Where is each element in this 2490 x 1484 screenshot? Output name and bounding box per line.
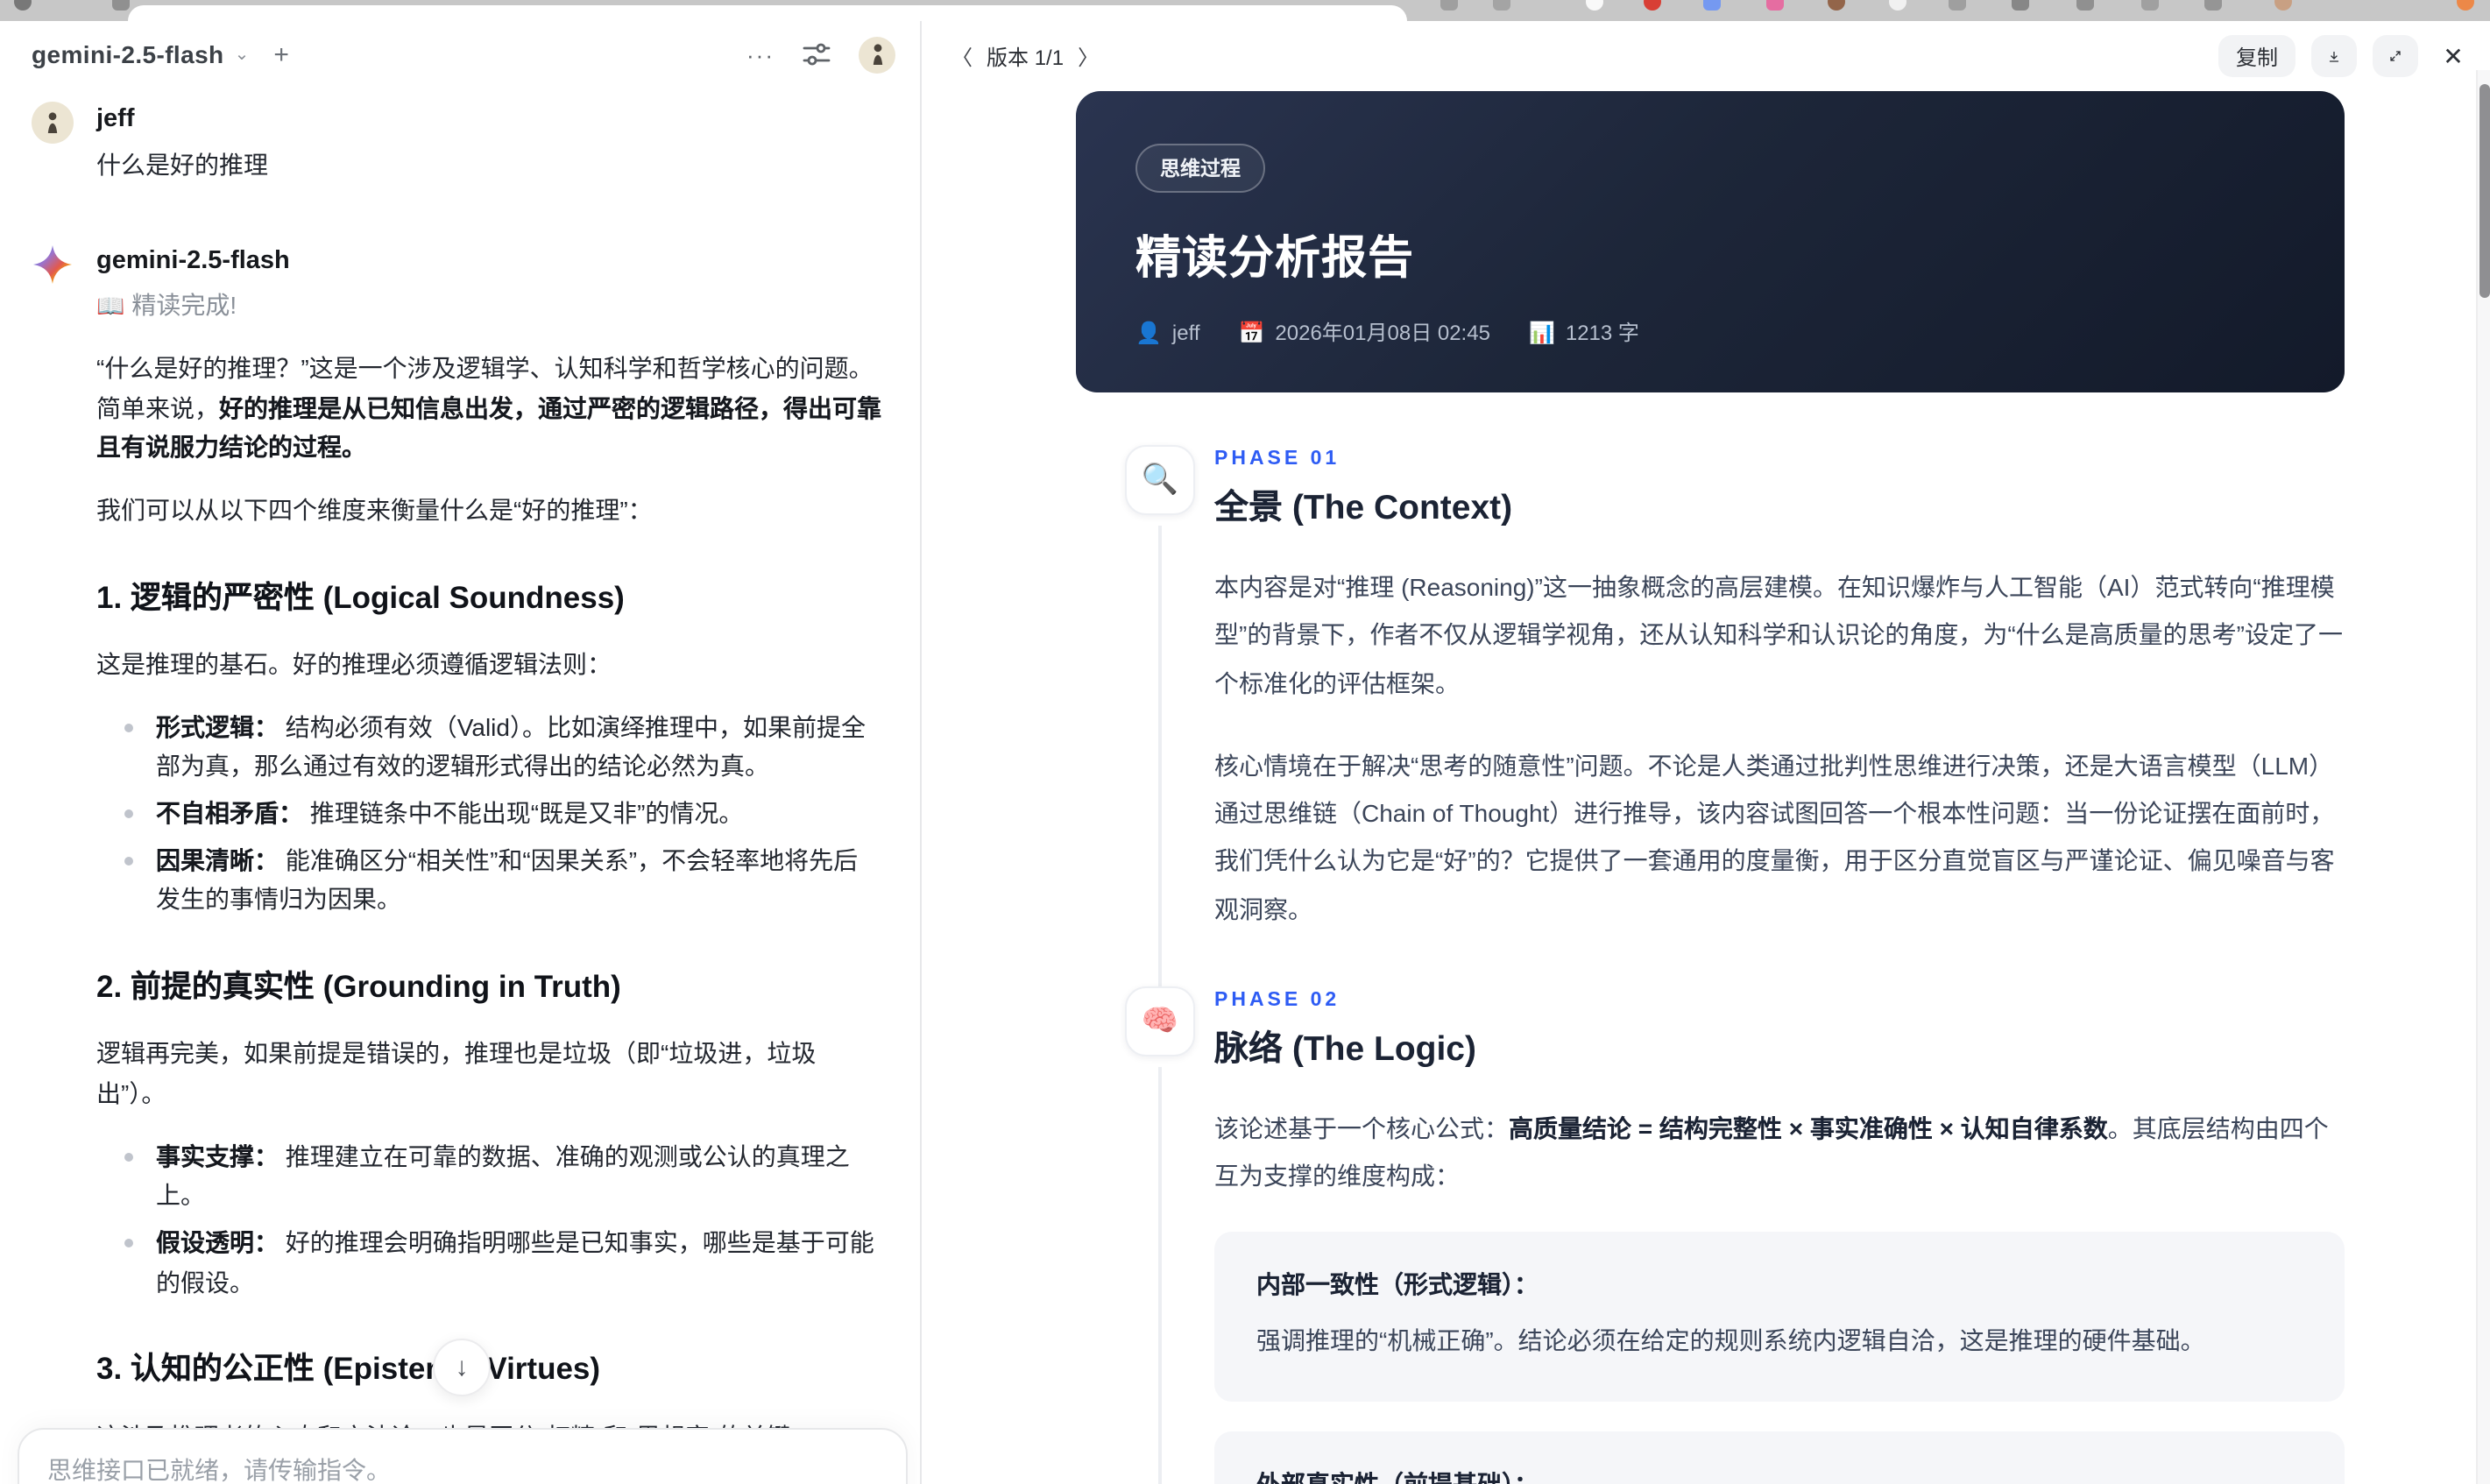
- chat-transcript[interactable]: jeff 什么是好的推理 gemini-2.5-flash 📖 精读完成! “什…: [0, 88, 920, 1484]
- user-name: jeff: [96, 105, 135, 133]
- phase-label: PHASE 01: [1214, 449, 1340, 470]
- extension-icon[interactable]: [2204, 0, 2222, 11]
- phase-title: 脉络 (The Logic): [1214, 1030, 1476, 1070]
- assistant-status: 📖 精读完成!: [96, 291, 237, 320]
- expand-icon: [2390, 51, 2401, 61]
- calendar-icon: 📅: [1238, 320, 1265, 344]
- composer-placeholder[interactable]: 思维接口已就绪，请传输指令。: [47, 1452, 878, 1484]
- card-body: 强调推理的“机械正确”。结论必须在给定的规则系统内逻辑自洽，这是推理的硬件基础。: [1256, 1325, 2205, 1354]
- download-button[interactable]: [2311, 35, 2357, 77]
- list-item: 形式逻辑： 结构必须有效（Valid）。比如演绎推理中，如果前提全部为真，那么通…: [114, 707, 881, 787]
- scrollbar-track[interactable]: [2476, 70, 2490, 1484]
- assistant-paragraph: 我们可以从以下四个维度来衡量什么是“好的推理”：: [96, 495, 653, 524]
- magnifier-icon: 🔍: [1125, 445, 1195, 515]
- fullscreen-button[interactable]: [2373, 35, 2418, 77]
- settings-sliders-icon[interactable]: [803, 42, 831, 67]
- phase-section-2: 🧠 PHASE 02 脉络 (The Logic) 该论述基于一个核心公式：高质…: [1076, 986, 2345, 1484]
- section-intro: 逻辑再完美，如果前提是错误的，推理也是垃圾（即“垃圾进，垃圾出”）。: [96, 1039, 817, 1107]
- model-selector[interactable]: gemini-2.5-flash: [32, 40, 224, 68]
- browser-grid-icon[interactable]: [112, 0, 130, 11]
- chat-panel: gemini-2.5-flash ⌄ + ··· jeff 什么是好的推理 ge…: [0, 21, 920, 1484]
- download-icon: [2329, 50, 2339, 61]
- chevron-down-icon[interactable]: ⌄: [235, 45, 250, 64]
- copy-button[interactable]: 复制: [2218, 35, 2295, 77]
- user-avatar[interactable]: [859, 36, 895, 73]
- artifact-toolbar: 〈 版本 1/1 〉 复制 ✕: [922, 21, 2490, 91]
- address-bar[interactable]: [128, 5, 1407, 21]
- gemini-star-icon: [32, 244, 74, 286]
- browser-toolbar[interactable]: [0, 0, 2490, 21]
- extension-icon[interactable]: [1949, 0, 1966, 11]
- assistant-message: gemini-2.5-flash 📖 精读完成! “什么是好的推理？”这是一个涉及…: [32, 244, 881, 1484]
- report-word-count: 1213 字: [1565, 321, 1639, 345]
- bullet-list: 事实支撑： 推理建立在可靠的数据、准确的观测或公认的真理之上。 假设透明： 好的…: [114, 1136, 881, 1302]
- app-window: gemini-2.5-flash ⌄ + ··· jeff 什么是好的推理 ge…: [0, 21, 2490, 1484]
- section-heading: 1. 逻辑的严密性 (Logical Soundness): [96, 579, 625, 615]
- extension-icon[interactable]: [2076, 0, 2094, 11]
- list-item: 事实支撑： 推理建立在可靠的数据、准确的观测或公认的真理之上。: [114, 1136, 881, 1216]
- screen: gemini-2.5-flash ⌄ + ··· jeff 什么是好的推理 ge…: [0, 0, 2490, 1484]
- card-title: 内部一致性（形式逻辑）：: [1256, 1269, 1539, 1298]
- extension-icon[interactable]: [1440, 0, 1458, 11]
- version-nav: 〈 版本 1/1 〉: [951, 41, 1099, 71]
- scroll-to-bottom-button[interactable]: ↓: [433, 1339, 491, 1396]
- extension-icon[interactable]: [1493, 0, 1510, 11]
- user-message-text: 什么是好的推理: [96, 150, 268, 179]
- word-count-icon: 📊: [1528, 320, 1555, 344]
- profile-avatar-icon[interactable]: [2274, 0, 2292, 11]
- phase-paragraph: 本内容是对“推理 (Reasoning)”这一抽象概念的高层建模。在知识爆炸与人…: [1214, 573, 2343, 697]
- author-icon: 👤: [1135, 320, 1162, 344]
- artifact-document[interactable]: 思维过程 精读分析报告 👤 jeff 📅 2026年01月08日 02:45 📊 12…: [1076, 91, 2345, 1484]
- extension-icon[interactable]: [2012, 0, 2029, 11]
- extension-icon[interactable]: [1644, 0, 1661, 11]
- phase-paragraph: 核心情境在于解决“思考的随意性”问题。不论是人类通过批判性思维进行决策，还是大语…: [1214, 751, 2335, 923]
- assistant-name: gemini-2.5-flash: [96, 247, 290, 276]
- chat-header: gemini-2.5-flash ⌄ + ···: [0, 21, 920, 88]
- more-options-icon[interactable]: ···: [746, 41, 775, 67]
- browser-icon[interactable]: [14, 0, 32, 11]
- list-item: 不自相矛盾： 推理链条中不能出现“既是又非”的情况。: [114, 794, 881, 833]
- extension-icon[interactable]: [1703, 0, 1721, 11]
- dimension-card: 内部一致性（形式逻辑）： 强调推理的“机械正确”。结论必须在给定的规则系统内逻辑…: [1214, 1231, 2345, 1403]
- report-author: jeff: [1171, 320, 1200, 344]
- extension-icon[interactable]: [2141, 0, 2159, 11]
- phase-label: PHASE 02: [1214, 990, 1340, 1012]
- list-item: 假设透明： 好的推理会明确指明哪些是已知事实，哪些是基于可能的假设。: [114, 1223, 881, 1303]
- report-meta: 👤 jeff 📅 2026年01月08日 02:45 📊 1213 字: [1135, 317, 2292, 347]
- scrollbar-thumb[interactable]: [2479, 84, 2490, 298]
- dimension-card: 外部真实性（前提基础）： 强调推理的“经验校准”。解决“GIGO（垃圾进，垃圾出…: [1214, 1431, 2345, 1484]
- phase-title: 全景 (The Context): [1214, 489, 1513, 527]
- brain-icon: 🧠: [1125, 986, 1195, 1057]
- report-date: 2026年01月08日 02:45: [1275, 321, 1490, 345]
- book-icon: 📖: [96, 293, 125, 320]
- version-label: 版本 1/1: [987, 45, 1065, 69]
- timeline-connector: [1158, 1067, 1162, 1484]
- new-chat-button[interactable]: +: [273, 39, 289, 69]
- report-title: 精读分析报告: [1135, 231, 1415, 284]
- phase-paragraph: 该论述基于一个核心公式：高质量结论 = 结构完整性 × 事实准确性 × 认知自律…: [1214, 1114, 2329, 1191]
- artifact-panel: 〈 版本 1/1 〉 复制 ✕ 思维过程 精读分析报告 👤 jeff 📅 202…: [922, 21, 2490, 1484]
- prev-version-icon[interactable]: 〈: [951, 41, 973, 71]
- user-avatar: [32, 102, 74, 144]
- card-title: 外部真实性（前提基础）：: [1256, 1467, 2303, 1484]
- message-composer[interactable]: 思维接口已就绪，请传输指令。 +: [18, 1428, 908, 1484]
- close-panel-button[interactable]: ✕: [2434, 41, 2472, 71]
- extension-icon[interactable]: [1586, 0, 1603, 11]
- timeline-connector: [1158, 526, 1162, 998]
- arrow-down-icon: ↓: [455, 1353, 469, 1382]
- section-intro: 这是推理的基石。好的推理必须遵循逻辑法则：: [96, 649, 612, 678]
- report-header-card: 思维过程 精读分析报告 👤 jeff 📅 2026年01月08日 02:45 📊 12…: [1076, 91, 2345, 392]
- extension-icon[interactable]: [1766, 0, 1784, 11]
- thinking-process-badge: 思维过程: [1135, 144, 1265, 193]
- list-item: 因果清晰： 能准确区分“相关性”和“因果关系”，不会轻率地将先后发生的事情归为因…: [114, 840, 881, 920]
- user-message: jeff 什么是好的推理: [32, 102, 881, 185]
- extension-icon[interactable]: [2457, 0, 2474, 11]
- extension-icon[interactable]: [1828, 0, 1845, 11]
- assistant-paragraph: “什么是好的推理？”这是一个涉及逻辑学、认知科学和哲学核心的问题。简单来说，好的…: [96, 353, 881, 462]
- phase-section-1: 🔍 PHASE 01 全景 (The Context) 本内容是对“推理 (Re…: [1076, 445, 2345, 998]
- extension-icon[interactable]: [1889, 0, 1906, 11]
- next-version-icon[interactable]: 〉: [1078, 41, 1099, 71]
- bullet-list: 形式逻辑： 结构必须有效（Valid）。比如演绎推理中，如果前提全部为真，那么通…: [114, 707, 881, 920]
- section-heading: 2. 前提的真实性 (Grounding in Truth): [96, 968, 621, 1004]
